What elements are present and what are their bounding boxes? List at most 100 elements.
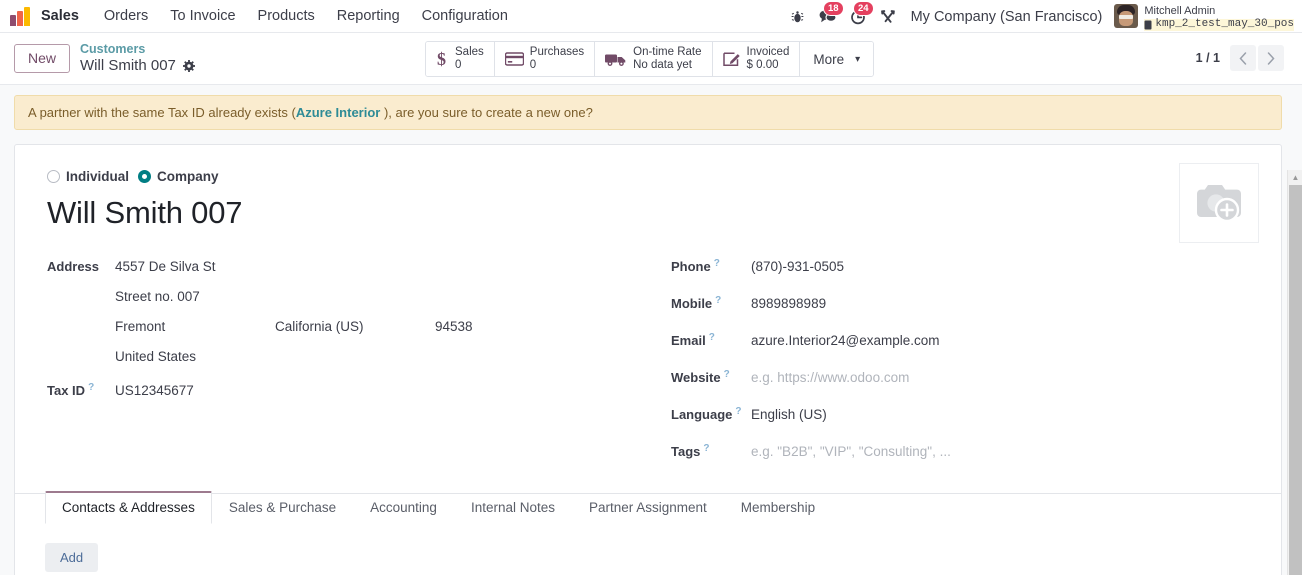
breadcrumb: Customers Will Smith 007 xyxy=(80,42,195,74)
bug-icon[interactable] xyxy=(783,0,813,33)
help-icon[interactable]: ? xyxy=(709,333,715,343)
scroll-up-arrow-icon[interactable]: ▲ xyxy=(1288,170,1302,185)
nav-menu-orders[interactable]: Orders xyxy=(93,0,159,33)
database-name: kmp_2_test_may_30_pos xyxy=(1155,18,1294,31)
radio-company-label: Company xyxy=(157,169,219,184)
help-icon[interactable]: ? xyxy=(88,383,94,393)
address-city[interactable]: Fremont xyxy=(115,319,275,334)
tab-internal-notes[interactable]: Internal Notes xyxy=(454,492,572,524)
top-navbar: Sales Orders To Invoice Products Reporti… xyxy=(0,0,1302,33)
help-icon[interactable]: ? xyxy=(735,407,741,417)
nav-menu-configuration[interactable]: Configuration xyxy=(411,0,519,33)
address-line-city-state-zip: Fremont California (US) 94538 xyxy=(115,319,473,334)
scrollbar-thumb[interactable] xyxy=(1289,185,1302,575)
add-contact-button[interactable]: Add xyxy=(45,543,99,572)
address-country[interactable]: United States xyxy=(115,349,327,364)
address-street2[interactable]: Street no. 007 xyxy=(115,289,327,304)
company-type-radio-group: Individual Company xyxy=(47,169,1259,184)
alert-partner-link[interactable]: Azure Interior xyxy=(296,105,381,120)
form-sheet: Individual Company Will Smith 007 Addres… xyxy=(14,144,1282,575)
phone-field-group: Phone? (870)-931-0505 xyxy=(671,258,1191,275)
vertical-scrollbar[interactable]: ▲ xyxy=(1287,170,1302,575)
pager-count: 1 / 1 xyxy=(1195,51,1220,65)
phone-value[interactable]: (870)-931-0505 xyxy=(751,259,844,274)
radio-company[interactable]: Company xyxy=(138,169,219,184)
mobile-value[interactable]: 8989898989 xyxy=(751,296,826,311)
radio-individual[interactable]: Individual xyxy=(47,169,129,184)
activities-icon[interactable]: 24 xyxy=(843,0,874,33)
nav-menu-reporting[interactable]: Reporting xyxy=(326,0,411,33)
company-switcher[interactable]: My Company (San Francisco) xyxy=(903,9,1115,25)
website-label: Website? xyxy=(671,369,730,386)
email-field-group: Email? azure.Interior24@example.com xyxy=(671,332,1191,349)
new-button[interactable]: New xyxy=(14,44,71,73)
radio-individual-label: Individual xyxy=(66,169,130,184)
form-column-left: Address 4557 De Silva St Street no. 007 … xyxy=(47,259,647,459)
odoo-logo-icon[interactable] xyxy=(10,6,32,26)
page-title[interactable]: Will Smith 007 xyxy=(47,195,1259,231)
messaging-badge: 18 xyxy=(823,1,844,16)
address-line-street: 4557 De Silva St xyxy=(115,259,473,274)
tab-sales-purchase[interactable]: Sales & Purchase xyxy=(212,492,353,524)
stat-button-ontime-rate[interactable]: On-time Rate No data yet xyxy=(595,42,713,76)
pager-next-button[interactable] xyxy=(1258,45,1284,71)
stat-value: 0 xyxy=(455,59,462,71)
truck-icon xyxy=(605,52,627,67)
website-input[interactable]: e.g. https://www.odoo.com xyxy=(751,370,909,385)
stat-button-sales[interactable]: $ Sales 0 xyxy=(426,42,495,76)
form-fields: Address 4557 De Silva St Street no. 007 … xyxy=(37,258,1259,460)
notebook: Contacts & Addresses Sales & Purchase Ac… xyxy=(15,490,1281,575)
credit-card-icon xyxy=(504,52,524,66)
gear-icon[interactable] xyxy=(182,59,195,72)
breadcrumb-current: Will Smith 007 xyxy=(80,57,176,75)
help-icon[interactable]: ? xyxy=(703,444,709,454)
messaging-icon[interactable]: 18 xyxy=(813,0,844,33)
more-stat-buttons-dropdown[interactable]: More ▾ xyxy=(800,42,874,76)
email-label: Email? xyxy=(671,332,715,349)
nav-menu-products[interactable]: Products xyxy=(247,0,326,33)
form-column-right: Phone? (870)-931-0505 Mobile? 8989898989… xyxy=(671,258,1191,460)
taxid-value[interactable]: US12345677 xyxy=(115,383,194,398)
stat-label: Invoiced xyxy=(746,46,790,59)
stat-button-purchases[interactable]: Purchases 0 xyxy=(494,42,596,76)
tools-icon[interactable] xyxy=(873,0,903,33)
address-zip[interactable]: 94538 xyxy=(435,319,473,334)
stat-value: No data yet xyxy=(633,59,692,71)
address-street[interactable]: 4557 De Silva St xyxy=(115,259,327,274)
email-value[interactable]: azure.Interior24@example.com xyxy=(751,333,940,348)
user-menu[interactable]: Mitchell Admin kmp_2_test_may_30_pos xyxy=(1114,2,1302,31)
phone-label: Phone? xyxy=(671,258,720,275)
tags-label: Tags? xyxy=(671,443,710,460)
address-line-street2: Street no. 007 xyxy=(115,289,473,304)
nav-menu-to-invoice[interactable]: To Invoice xyxy=(159,0,246,33)
radio-company-indicator xyxy=(138,170,152,183)
address-label: Address xyxy=(47,259,100,274)
taxid-field-group: Tax ID? US12345677 xyxy=(47,382,647,399)
tab-accounting[interactable]: Accounting xyxy=(353,492,454,524)
partner-image-upload[interactable] xyxy=(1179,163,1259,243)
language-value[interactable]: English (US) xyxy=(751,407,827,422)
tab-contacts-addresses[interactable]: Contacts & Addresses xyxy=(45,490,212,524)
notebook-tabs: Contacts & Addresses Sales & Purchase Ac… xyxy=(15,490,1281,524)
tab-partner-assignment[interactable]: Partner Assignment xyxy=(572,492,724,524)
help-icon[interactable]: ? xyxy=(724,370,730,380)
website-field-group: Website? e.g. https://www.odoo.com xyxy=(671,369,1191,386)
activities-badge: 24 xyxy=(853,1,874,16)
help-icon[interactable]: ? xyxy=(714,259,720,269)
breadcrumb-parent[interactable]: Customers xyxy=(80,42,195,57)
dollar-icon: $ xyxy=(436,49,449,69)
address-state[interactable]: California (US) xyxy=(275,319,435,334)
language-label: Language? xyxy=(671,406,742,423)
nav-app-name[interactable]: Sales xyxy=(41,0,93,33)
tab-membership[interactable]: Membership xyxy=(724,492,832,524)
svg-text:$: $ xyxy=(437,49,446,69)
database-icon xyxy=(1144,20,1152,30)
user-name: Mitchell Admin xyxy=(1144,5,1216,18)
tags-input[interactable]: e.g. "B2B", "VIP", "Consulting", ... xyxy=(751,444,951,459)
help-icon[interactable]: ? xyxy=(715,296,721,306)
stat-button-invoiced[interactable]: Invoiced $ 0.00 xyxy=(712,42,801,76)
tags-field-group: Tags? e.g. "B2B", "VIP", "Consulting", .… xyxy=(671,443,1191,460)
taxid-label: Tax ID? xyxy=(47,382,95,399)
pager-previous-button[interactable] xyxy=(1230,45,1256,71)
database-name-wrap: kmp_2_test_may_30_pos xyxy=(1144,18,1294,31)
